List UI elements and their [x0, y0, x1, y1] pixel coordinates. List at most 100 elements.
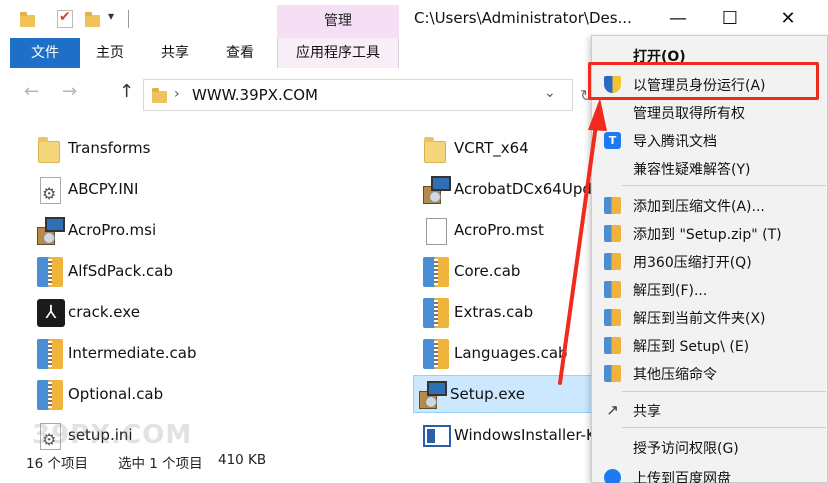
title-bar: ▾ 管理 C:\Users\Administrator\Des... — ☐ ✕ — [0, 0, 828, 38]
tab-view[interactable]: 查看 — [226, 38, 254, 68]
chevron-right-icon[interactable]: › — [174, 86, 180, 102]
file-name: AcroPro.mst — [454, 221, 544, 239]
installer-icon — [419, 381, 447, 409]
properties-check-icon[interactable] — [57, 9, 73, 28]
file-name: Intermediate.cab — [68, 344, 197, 362]
menu-item-upload-baidu[interactable]: 上传到百度网盘 — [592, 464, 828, 483]
folder-icon — [424, 137, 446, 163]
menu-item-other-archive-commands[interactable]: 其他压缩命令 — [592, 360, 828, 386]
menu-item-open-with-360[interactable]: 用360压缩打开(Q) — [592, 248, 828, 274]
file-name: WindowsInstaller-K — [454, 426, 596, 444]
menu-separator — [622, 185, 826, 186]
cab-archive-icon — [423, 257, 449, 287]
menu-item-label: 解压到(F)... — [633, 283, 708, 299]
installer-icon — [37, 217, 65, 245]
forward-button[interactable]: → — [62, 81, 77, 102]
maximize-button[interactable]: ☐ — [710, 4, 750, 34]
address-path[interactable]: WWW.39PX.COM — [192, 86, 318, 104]
file-item[interactable]: ABCPY.INI — [32, 171, 262, 209]
cloud-icon — [604, 469, 621, 483]
menu-item-label: 管理员取得所有权 — [633, 106, 745, 122]
cab-archive-icon — [37, 380, 63, 410]
menu-item-label: 解压到当前文件夹(X) — [633, 311, 766, 327]
file-name: VCRT_x64 — [454, 139, 529, 157]
file-name: AcrobatDCx64Upd — [454, 180, 592, 198]
menu-item-add-to-zip[interactable]: 添加到 "Setup.zip" (T) — [592, 220, 828, 246]
settings-file-icon — [40, 177, 61, 204]
file-name: Languages.cab — [454, 344, 568, 362]
menu-item-label: 兼容性疑难解答(Y) — [633, 162, 751, 178]
back-button[interactable]: ← — [24, 81, 39, 102]
watermark: 39PX.COM — [32, 420, 193, 450]
new-folder-icon[interactable] — [85, 12, 100, 27]
cab-archive-icon — [423, 339, 449, 369]
archive-icon — [604, 253, 621, 270]
folder-icon — [38, 137, 60, 163]
context-menu: 打开(O) 以管理员身份运行(A) 管理员取得所有权 T 导入腾讯文档 兼容性疑… — [591, 35, 828, 483]
minimize-button[interactable]: — — [658, 4, 698, 34]
menu-item-extract-to[interactable]: 解压到(F)... — [592, 276, 828, 302]
divider — [128, 10, 129, 28]
selection-size: 410 KB — [218, 452, 267, 468]
file-item[interactable]: Optional.cab — [32, 376, 262, 414]
cab-archive-icon — [423, 298, 449, 328]
tab-home[interactable]: 主页 — [96, 38, 124, 68]
share-icon: ↗ — [606, 401, 619, 419]
menu-item-label: 添加到 "Setup.zip" (T) — [633, 227, 782, 243]
archive-icon — [604, 309, 621, 326]
tab-share[interactable]: 共享 — [161, 38, 189, 68]
file-name: Transforms — [68, 139, 151, 157]
menu-item-grant-access[interactable]: 授予访问权限(G) — [592, 434, 828, 460]
archive-icon — [604, 225, 621, 242]
menu-item-label: 授予访问权限(G) — [633, 441, 739, 457]
file-item[interactable]: Intermediate.cab — [32, 335, 262, 373]
file-item-selected[interactable]: Setup.exe — [413, 375, 593, 413]
archive-icon — [604, 337, 621, 354]
cab-archive-icon — [37, 339, 63, 369]
close-button[interactable]: ✕ — [768, 4, 808, 34]
file-name: Setup.exe — [450, 385, 526, 403]
file-name: crack.exe — [68, 303, 140, 321]
cab-archive-icon — [37, 257, 63, 287]
file-name: Core.cab — [454, 262, 521, 280]
menu-separator — [622, 427, 826, 428]
item-count: 16 个项目 — [26, 456, 88, 472]
menu-item-add-to-archive[interactable]: 添加到压缩文件(A)... — [592, 192, 828, 218]
menu-item-extract-to-setup[interactable]: 解压到 Setup\ (E) — [592, 332, 828, 358]
selection-count: 选中 1 个项目 — [118, 456, 203, 472]
file-item[interactable]: Transforms — [32, 130, 262, 168]
archive-icon — [604, 281, 621, 298]
address-field[interactable]: › WWW.39PX.COM ⌄ — [143, 79, 573, 111]
document-icon — [426, 218, 447, 245]
menu-item-label: 上传到百度网盘 — [633, 471, 731, 483]
menu-item-label: 共享 — [633, 404, 661, 420]
file-name: Optional.cab — [68, 385, 164, 403]
menu-item-label: 其他压缩命令 — [633, 367, 717, 383]
chevron-down-icon[interactable]: ⌄ — [544, 85, 556, 101]
menu-item-label: 解压到 Setup\ (E) — [633, 339, 750, 355]
menu-item-label: 添加到压缩文件(A)... — [633, 199, 765, 215]
menu-item-extract-here[interactable]: 解压到当前文件夹(X) — [592, 304, 828, 330]
file-item[interactable]: ⅄ crack.exe — [32, 294, 262, 332]
menu-item-compatibility[interactable]: 兼容性疑难解答(Y) — [592, 155, 828, 181]
archive-icon — [604, 197, 621, 214]
tab-file[interactable]: 文件 — [10, 38, 80, 68]
tencent-docs-icon: T — [604, 132, 621, 149]
menu-item-import-tencent-docs[interactable]: T 导入腾讯文档 — [592, 127, 828, 153]
folder-icon — [152, 88, 167, 103]
up-button[interactable]: ↑ — [119, 81, 134, 102]
pdf-app-icon: ⅄ — [37, 299, 65, 327]
tab-application-tools[interactable]: 应用程序工具 — [277, 38, 399, 68]
file-name: ABCPY.INI — [68, 180, 139, 198]
archive-icon — [604, 365, 621, 382]
file-item[interactable]: AcroPro.msi — [32, 212, 262, 250]
file-name: AcroPro.msi — [68, 221, 157, 239]
installer-icon — [423, 176, 451, 204]
manage-tab-header[interactable]: 管理 — [277, 5, 399, 38]
menu-item-take-ownership[interactable]: 管理员取得所有权 — [592, 99, 828, 125]
annotation-highlight-box — [588, 62, 819, 100]
windows-installer-icon — [423, 425, 451, 447]
file-item[interactable]: AlfSdPack.cab — [32, 253, 262, 291]
customize-quick-access-icon[interactable]: ▾ — [108, 9, 114, 23]
menu-item-share[interactable]: ↗ 共享 — [592, 397, 828, 423]
